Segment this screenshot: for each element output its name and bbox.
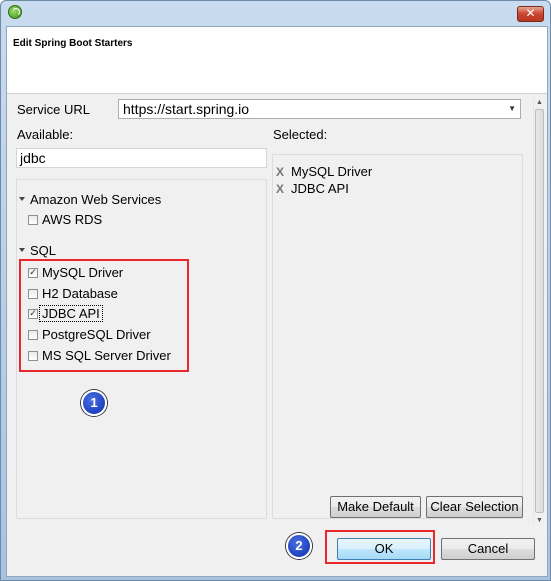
clear-selection-button[interactable]: Clear Selection — [426, 496, 523, 518]
service-url-combo[interactable]: https://start.spring.io ▼ — [118, 99, 521, 119]
group-label: Amazon Web Services — [30, 192, 162, 207]
ok-button[interactable]: OK — [337, 538, 431, 560]
dialog-content: Edit Spring Boot Starters Service URL ht… — [6, 26, 548, 577]
dialog-window: ✕ Edit Spring Boot Starters Service URL … — [0, 0, 551, 581]
make-default-button[interactable]: Make Default — [330, 496, 421, 518]
annotation-badge-1: 1 — [81, 390, 107, 416]
title-bar[interactable]: ✕ — [1, 1, 550, 25]
scroll-down-icon[interactable]: ▼ — [536, 517, 543, 524]
remove-icon[interactable]: X — [276, 165, 284, 179]
group-label: SQL — [30, 243, 57, 258]
annotation-badge-2: 2 — [286, 533, 312, 559]
close-button[interactable]: ✕ — [517, 6, 544, 22]
search-input-value: jdbc — [20, 150, 46, 166]
checkbox-item-aws-rds[interactable]: AWS RDS — [28, 211, 102, 229]
expand-arrow-icon[interactable] — [19, 247, 25, 252]
annotation-highlight-sql — [19, 259, 189, 372]
checkbox-label: AWS RDS — [42, 212, 103, 227]
selected-list[interactable]: X MySQL Driver X JDBC API — [272, 154, 523, 519]
dialog-banner: Edit Spring Boot Starters — [7, 27, 547, 94]
chevron-down-icon[interactable]: ▼ — [508, 100, 516, 118]
selected-label: Selected: — [273, 127, 328, 142]
remove-icon[interactable]: X — [276, 182, 284, 196]
vertical-scrollbar[interactable]: ▲ ▼ — [533, 99, 545, 524]
scroll-up-icon[interactable]: ▲ — [536, 99, 543, 106]
expand-arrow-icon[interactable] — [19, 196, 25, 201]
selected-item-label: MySQL Driver — [291, 164, 373, 179]
service-url-label: Service URL — [17, 102, 90, 117]
selected-item-label: JDBC API — [291, 181, 349, 196]
cancel-button[interactable]: Cancel — [441, 538, 535, 560]
selected-item-jdbc-api[interactable]: X JDBC API — [276, 181, 349, 196]
scroll-thumb[interactable] — [535, 109, 544, 513]
selected-item-mysql-driver[interactable]: X MySQL Driver — [276, 164, 372, 179]
search-input[interactable]: jdbc — [16, 148, 267, 168]
available-label: Available: — [17, 127, 74, 142]
group-sql[interactable]: SQL — [19, 243, 56, 258]
checkbox[interactable] — [28, 214, 38, 225]
dialog-title: Edit Spring Boot Starters — [13, 38, 133, 49]
spring-app-icon — [8, 5, 22, 19]
group-amazon-web-services[interactable]: Amazon Web Services — [19, 192, 161, 207]
service-url-value: https://start.spring.io — [123, 101, 250, 117]
